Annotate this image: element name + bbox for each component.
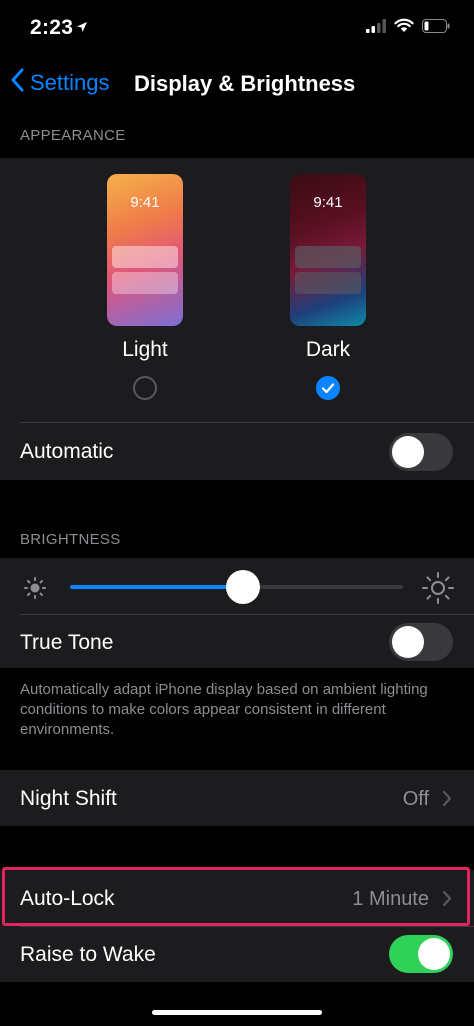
wifi-icon: [394, 18, 414, 38]
cellular-signal-icon: [366, 18, 386, 38]
status-time: 2:23: [30, 16, 74, 39]
night-shift-value: Off: [402, 788, 429, 810]
battery-icon: [422, 18, 450, 38]
dark-label: Dark: [305, 338, 351, 361]
back-button-label: Settings: [30, 70, 110, 95]
light-label: Light: [122, 338, 168, 361]
page-title: Display & Brightness: [134, 71, 356, 96]
home-indicator[interactable]: [152, 1010, 322, 1015]
raise-to-wake-label: Raise to Wake: [20, 943, 156, 966]
light-radio[interactable]: [133, 376, 157, 400]
preview-notification: [295, 272, 361, 294]
automatic-toggle[interactable]: [389, 433, 453, 471]
brightness-slider[interactable]: [70, 570, 403, 604]
dark-preview-time: 9:41: [313, 194, 343, 211]
light-preview[interactable]: 9:41: [107, 174, 183, 326]
brightness-group: True Tone: [0, 558, 474, 668]
brightness-slider-thumb[interactable]: [226, 570, 261, 604]
chevron-right-icon: [442, 790, 452, 812]
automatic-label: Automatic: [20, 440, 114, 463]
night-shift-label: Night Shift: [20, 787, 117, 810]
back-button[interactable]: Settings: [10, 68, 110, 98]
preview-notification: [295, 246, 361, 268]
brightness-slider-fill: [70, 585, 244, 589]
section-header-appearance: APPEARANCE: [20, 127, 126, 144]
separator: [20, 422, 474, 423]
preview-notification: [112, 272, 178, 294]
location-arrow-icon: [76, 20, 88, 38]
raise-to-wake-toggle[interactable]: [389, 935, 453, 973]
appearance-group: 9:41 Light 9:41 Dark Automatic: [0, 158, 474, 480]
section-header-brightness: BRIGHTNESS: [20, 531, 121, 548]
preview-notification: [112, 246, 178, 268]
separator: [20, 926, 474, 927]
light-preview-time: 9:41: [130, 194, 160, 211]
true-tone-footer: Automatically adapt iPhone display based…: [20, 681, 428, 738]
auto-lock-highlight: [2, 867, 470, 926]
status-bar: 2:23: [0, 0, 474, 58]
separator: [20, 614, 474, 615]
true-tone-toggle[interactable]: [389, 623, 453, 661]
chevron-left-icon: [10, 68, 24, 98]
brightness-high-icon: [421, 571, 455, 610]
dark-preview[interactable]: 9:41: [290, 174, 366, 326]
night-shift-row[interactable]: Night Shift Off: [0, 770, 474, 826]
dark-radio[interactable]: [316, 376, 340, 400]
navigation-bar: Settings Display & Brightness: [0, 58, 474, 112]
true-tone-label: True Tone: [20, 631, 114, 654]
brightness-low-icon: [22, 575, 48, 606]
